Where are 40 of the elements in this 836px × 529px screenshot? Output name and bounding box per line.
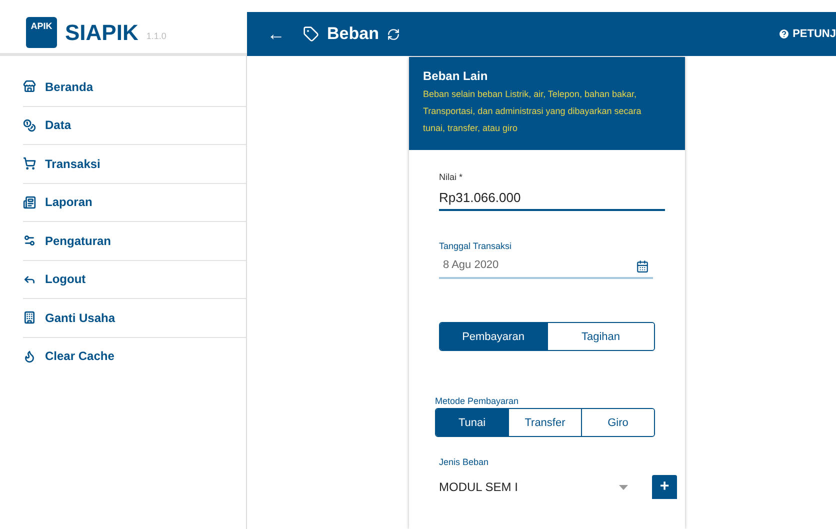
flame-icon: [23, 350, 36, 363]
sidebar-item[interactable]: Ganti Usaha: [23, 299, 246, 338]
input-field[interactable]: Rp31.066.000: [439, 182, 665, 211]
sidebar-item[interactable]: Beranda: [23, 68, 246, 106]
app-name: SIAPIK: [65, 20, 138, 46]
field-label: Tanggal Transaksi: [439, 241, 513, 251]
help-icon: [778, 28, 790, 40]
toggle-tab[interactable]: Pembayaran: [440, 323, 546, 350]
building-icon: [23, 311, 36, 324]
sidebar-item[interactable]: Clear Cache: [23, 338, 246, 375]
select-field[interactable]: MODUL SEM I: [439, 480, 638, 494]
sidebar-item[interactable]: Pengaturan: [23, 222, 246, 260]
card-description: Beban selain beban Listrik, air, Telepon, bahan bakar, Transportasi, dan administrasi yang dibayarkan secara tunai, transfer, atau giro: [423, 88, 642, 135]
toggle-tab[interactable]: Tagihan: [546, 323, 654, 350]
help-button[interactable]: PETUNJ: [778, 28, 836, 40]
sidebar-item[interactable]: Logout: [23, 260, 246, 299]
add-button[interactable]: +: [652, 475, 677, 499]
sidebar-item[interactable]: Data: [23, 106, 246, 145]
coins-icon: [23, 118, 36, 132]
caret-icon: [619, 484, 628, 490]
field-label: Nilai *: [439, 172, 464, 182]
payment-method-option[interactable]: Giro: [581, 409, 654, 436]
tag-icon: [303, 26, 319, 42]
sidebar-item[interactable]: Transaksi: [23, 145, 246, 184]
sliders-icon: [23, 234, 36, 248]
card-title: Beban Lain: [423, 69, 489, 83]
payment-method-option[interactable]: Tunai: [436, 409, 508, 436]
cart-icon: [23, 157, 36, 170]
newspaper-icon: [23, 196, 36, 209]
field-label: Jenis Beban: [439, 457, 490, 467]
calendar-icon[interactable]: [636, 260, 649, 273]
field-label: Metode Pembayaran: [435, 396, 520, 406]
sidebar-item[interactable]: Laporan: [23, 184, 246, 222]
app-version: 1.1.0: [146, 30, 166, 40]
refresh-icon[interactable]: [386, 28, 400, 40]
store-icon: [23, 80, 36, 94]
date-field[interactable]: 8 Agu 2020: [439, 251, 653, 279]
back-button[interactable]: ←: [267, 24, 285, 44]
page-title: Beban: [327, 24, 379, 44]
app-logo: APIK: [26, 17, 57, 48]
